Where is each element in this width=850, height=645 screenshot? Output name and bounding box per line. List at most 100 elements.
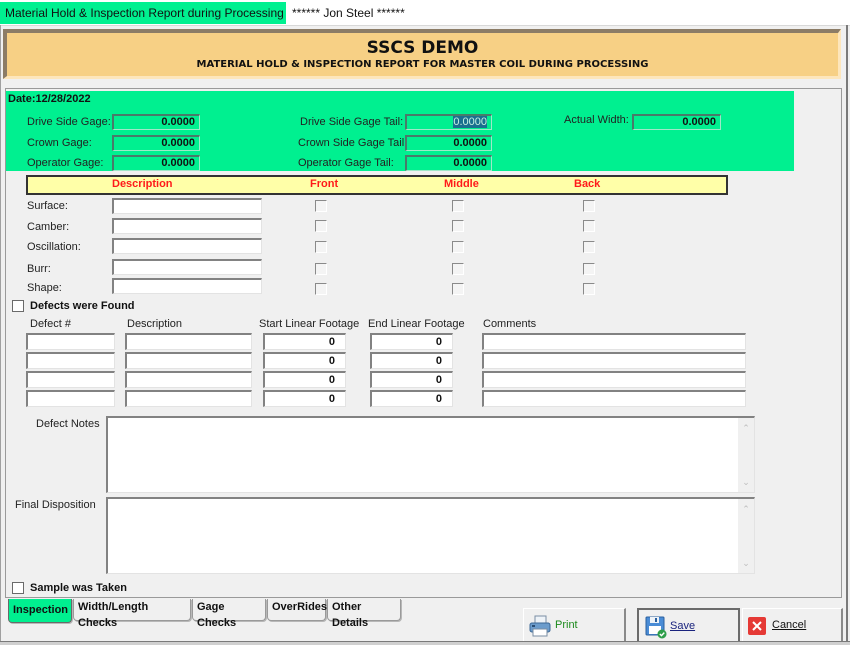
- final-disposition-textarea[interactable]: ⌃ ⌄: [106, 497, 755, 574]
- printer-icon: [529, 615, 551, 637]
- shape-middle-checkbox[interactable]: [452, 283, 464, 295]
- status-bar: [0, 641, 850, 645]
- header-middle: Middle: [444, 178, 479, 190]
- defects-found-checkbox[interactable]: [12, 300, 24, 312]
- scroll-up-icon[interactable]: ⌃: [741, 423, 751, 433]
- end-footage-input[interactable]: 0: [370, 371, 453, 388]
- save-label: Save: [670, 610, 695, 643]
- defect-notes-textarea[interactable]: ⌃ ⌄: [106, 416, 755, 493]
- end-footage-input[interactable]: 0: [370, 352, 453, 369]
- col-start-footage: Start Linear Footage: [259, 318, 360, 330]
- surface-description-input[interactable]: [112, 198, 262, 214]
- start-footage-input[interactable]: 0: [263, 333, 346, 350]
- shape-front-checkbox[interactable]: [315, 283, 327, 295]
- camber-description-input[interactable]: [112, 218, 262, 234]
- comments-input[interactable]: [482, 371, 746, 388]
- defect-notes-scrollbar[interactable]: ⌃ ⌄: [738, 418, 754, 492]
- surface-middle-checkbox[interactable]: [452, 200, 464, 212]
- col-end-footage: End Linear Footage: [368, 318, 465, 330]
- defect-no-input[interactable]: [26, 333, 115, 350]
- defect-no-input[interactable]: [26, 352, 115, 369]
- print-button[interactable]: Print: [523, 608, 626, 641]
- burr-back-checkbox[interactable]: [583, 263, 595, 275]
- sample-taken-checkbox[interactable]: [12, 582, 24, 594]
- crown-side-gage-tail-label: Crown Side Gage Tail: [298, 137, 405, 149]
- drive-side-gage-tail-input[interactable]: 0.0000: [405, 114, 492, 130]
- scroll-down-icon[interactable]: ⌄: [741, 558, 751, 568]
- header-description: Description: [112, 178, 173, 190]
- cancel-button[interactable]: Cancel: [742, 608, 843, 641]
- tab-inspection[interactable]: Inspection: [8, 599, 72, 623]
- camber-middle-checkbox[interactable]: [452, 220, 464, 232]
- date-label: Date:: [8, 93, 36, 105]
- defect-description-input[interactable]: [125, 333, 252, 350]
- burr-front-checkbox[interactable]: [315, 263, 327, 275]
- banner-subtitle: MATERIAL HOLD & INSPECTION REPORT FOR MA…: [196, 59, 649, 70]
- oscillation-back-checkbox[interactable]: [583, 241, 595, 253]
- defect-description-input[interactable]: [125, 352, 252, 369]
- defect-description-input[interactable]: [125, 371, 252, 388]
- defect-no-input[interactable]: [26, 371, 115, 388]
- oscillation-description-input[interactable]: [112, 238, 262, 254]
- crown-gage-input[interactable]: 0.0000: [112, 135, 200, 151]
- row-label-surface: Surface:: [27, 200, 68, 212]
- surface-back-checkbox[interactable]: [583, 200, 595, 212]
- oscillation-middle-checkbox[interactable]: [452, 241, 464, 253]
- comments-input[interactable]: [482, 352, 746, 369]
- col-comments: Comments: [483, 318, 537, 330]
- shape-back-checkbox[interactable]: [583, 283, 595, 295]
- tab-width-length-checks[interactable]: Width/Length Checks: [73, 599, 191, 629]
- crown-side-gage-tail-input[interactable]: 0.0000: [405, 135, 492, 151]
- tab-gage-checks[interactable]: Gage Checks: [192, 599, 266, 629]
- start-footage-input[interactable]: 0: [263, 390, 346, 407]
- cancel-mnemonic: Cancel: [772, 619, 807, 631]
- col-defect-no: Defect #: [30, 318, 71, 330]
- burr-description-input[interactable]: [112, 259, 262, 275]
- window-title-tab[interactable]: Material Hold & Inspection Report during…: [0, 2, 286, 24]
- camber-front-checkbox[interactable]: [315, 220, 327, 232]
- print-label: Print: [555, 619, 578, 631]
- col-description: Description: [127, 318, 183, 330]
- date-value: 12/28/2022: [35, 93, 91, 105]
- final-disposition-label: Final Disposition: [15, 499, 96, 511]
- save-mnemonic: Save: [670, 620, 696, 632]
- start-footage-input[interactable]: 0: [263, 371, 346, 388]
- actual-width-input[interactable]: 0.0000: [632, 114, 721, 130]
- actual-width-label: Actual Width:: [564, 114, 629, 126]
- start-footage-input[interactable]: 0: [263, 352, 346, 369]
- end-footage-input[interactable]: 0: [370, 333, 453, 350]
- row-label-oscillation: Oscillation:: [27, 241, 81, 253]
- header-front: Front: [310, 178, 339, 190]
- scroll-up-icon[interactable]: ⌃: [741, 504, 751, 514]
- camber-back-checkbox[interactable]: [583, 220, 595, 232]
- surface-front-checkbox[interactable]: [315, 200, 327, 212]
- comments-input[interactable]: [482, 333, 746, 350]
- shape-description-input[interactable]: [112, 278, 262, 294]
- drive-side-gage-input[interactable]: 0.0000: [112, 114, 200, 130]
- save-button[interactable]: Save: [637, 608, 740, 641]
- drive-side-gage-label: Drive Side Gage:: [27, 116, 111, 128]
- sample-taken-label: Sample was Taken: [30, 582, 128, 594]
- tab-other-details[interactable]: Other Details: [327, 599, 401, 629]
- defects-found-label: Defects were Found: [30, 300, 135, 312]
- operator-gage-label: Operator Gage:: [27, 157, 104, 169]
- burr-middle-checkbox[interactable]: [452, 263, 464, 275]
- header-back: Back: [574, 178, 601, 190]
- tab-overrides[interactable]: OverRides: [267, 599, 327, 621]
- oscillation-front-checkbox[interactable]: [315, 241, 327, 253]
- scroll-down-icon[interactable]: ⌄: [741, 477, 751, 487]
- operator-gage-input[interactable]: 0.0000: [112, 155, 200, 171]
- operator-gage-tail-input[interactable]: 0.0000: [405, 155, 492, 171]
- comments-input[interactable]: [482, 390, 746, 407]
- final-disposition-scrollbar[interactable]: ⌃ ⌄: [738, 499, 754, 573]
- drive-side-gage-tail-label: Drive Side Gage Tail:: [300, 116, 404, 128]
- defect-no-input[interactable]: [26, 390, 115, 407]
- end-footage-input[interactable]: 0: [370, 390, 453, 407]
- user-label: ****** Jon Steel ******: [292, 6, 405, 20]
- row-label-burr: Burr:: [27, 263, 51, 275]
- date-display: Date:12/28/2022: [8, 93, 91, 105]
- crown-gage-label: Crown Gage:: [27, 137, 92, 149]
- operator-gage-tail-label: Operator Gage Tail:: [298, 157, 394, 169]
- row-label-shape: Shape:: [27, 282, 62, 294]
- defect-description-input[interactable]: [125, 390, 252, 407]
